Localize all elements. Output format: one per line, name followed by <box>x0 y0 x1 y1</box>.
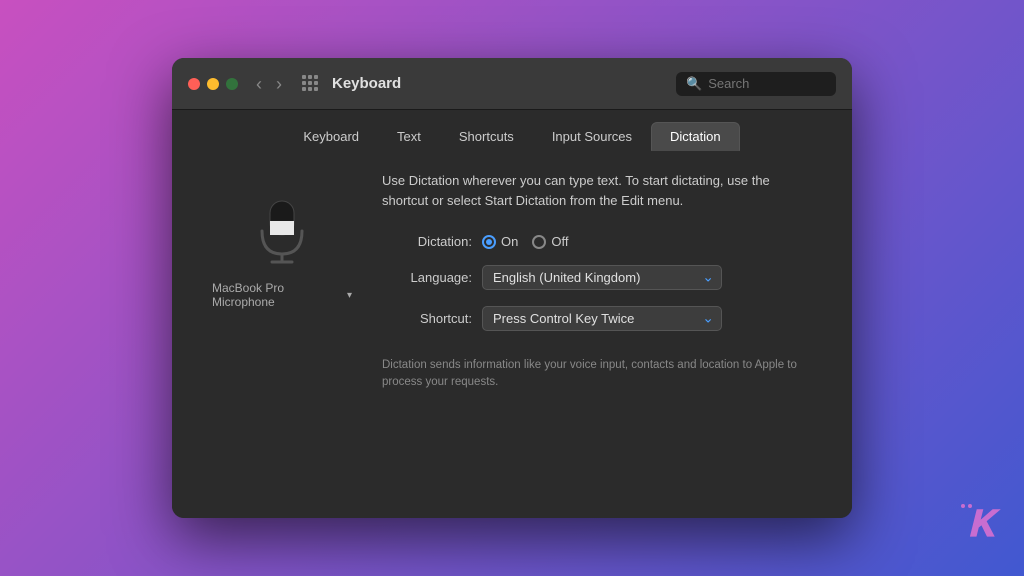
language-row: Language: English (United Kingdom) Engli… <box>382 265 812 290</box>
tabs-bar: Keyboard Text Shortcuts Input Sources Di… <box>172 110 852 151</box>
traffic-lights <box>188 78 238 90</box>
tab-text[interactable]: Text <box>378 122 440 151</box>
chevron-down-icon: ▾ <box>347 290 352 301</box>
language-select-wrapper: English (United Kingdom) English (United… <box>482 265 722 290</box>
language-select[interactable]: English (United Kingdom) English (United… <box>482 265 722 290</box>
description-text: Use Dictation wherever you can type text… <box>382 171 812 210</box>
microphone-label[interactable]: MacBook Pro Microphone ▾ <box>212 281 352 309</box>
mic-svg <box>252 196 312 266</box>
left-panel: MacBook Pro Microphone ▾ <box>212 171 352 498</box>
minimize-button[interactable] <box>207 78 219 90</box>
on-label: On <box>501 234 518 249</box>
shortcut-label: Shortcut: <box>382 311 472 326</box>
shortcut-select-wrapper: Press Control Key Twice Press Fn Key Twi… <box>482 306 722 331</box>
radio-off[interactable]: Off <box>532 234 568 249</box>
nav-buttons: ‹ › <box>252 73 286 95</box>
microphone-icon <box>242 191 322 271</box>
shortcut-row: Shortcut: Press Control Key Twice Press … <box>382 306 812 331</box>
radio-on-inner <box>486 239 492 245</box>
tab-keyboard[interactable]: Keyboard <box>284 122 378 151</box>
language-label: Language: <box>382 270 472 285</box>
close-button[interactable] <box>188 78 200 90</box>
search-icon: 🔍 <box>686 76 702 92</box>
mic-name: MacBook Pro Microphone <box>212 281 343 309</box>
off-label: Off <box>551 234 568 249</box>
tab-shortcuts[interactable]: Shortcuts <box>440 122 533 151</box>
keyboard-window: ‹ › Keyboard 🔍 Keyboard Text Shortcuts I… <box>172 58 852 518</box>
dictation-label: Dictation: <box>382 234 472 249</box>
radio-on[interactable]: On <box>482 234 518 249</box>
shortcut-select[interactable]: Press Control Key Twice Press Fn Key Twi… <box>482 306 722 331</box>
window-title: Keyboard <box>332 75 676 92</box>
dictation-row: Dictation: On Off <box>382 234 812 249</box>
dictation-radio-group: On Off <box>482 234 568 249</box>
right-panel: Use Dictation wherever you can type text… <box>382 171 812 498</box>
tab-dictation[interactable]: Dictation <box>651 122 740 151</box>
search-input[interactable] <box>708 76 826 91</box>
radio-on-btn[interactable] <box>482 235 496 249</box>
grid-icon[interactable] <box>302 75 320 93</box>
content-area: MacBook Pro Microphone ▾ Use Dictation w… <box>172 151 852 518</box>
title-bar: ‹ › Keyboard 🔍 <box>172 58 852 110</box>
tab-input-sources[interactable]: Input Sources <box>533 122 651 151</box>
radio-off-btn[interactable] <box>532 235 546 249</box>
forward-button[interactable]: › <box>272 73 286 95</box>
knowtechie-logo: 𝐊 <box>968 503 994 546</box>
logo-dot-1 <box>961 504 965 508</box>
search-bar[interactable]: 🔍 <box>676 72 836 96</box>
fullscreen-button[interactable] <box>226 78 238 90</box>
footer-text: Dictation sends information like your vo… <box>382 357 812 392</box>
back-button[interactable]: ‹ <box>252 73 266 95</box>
